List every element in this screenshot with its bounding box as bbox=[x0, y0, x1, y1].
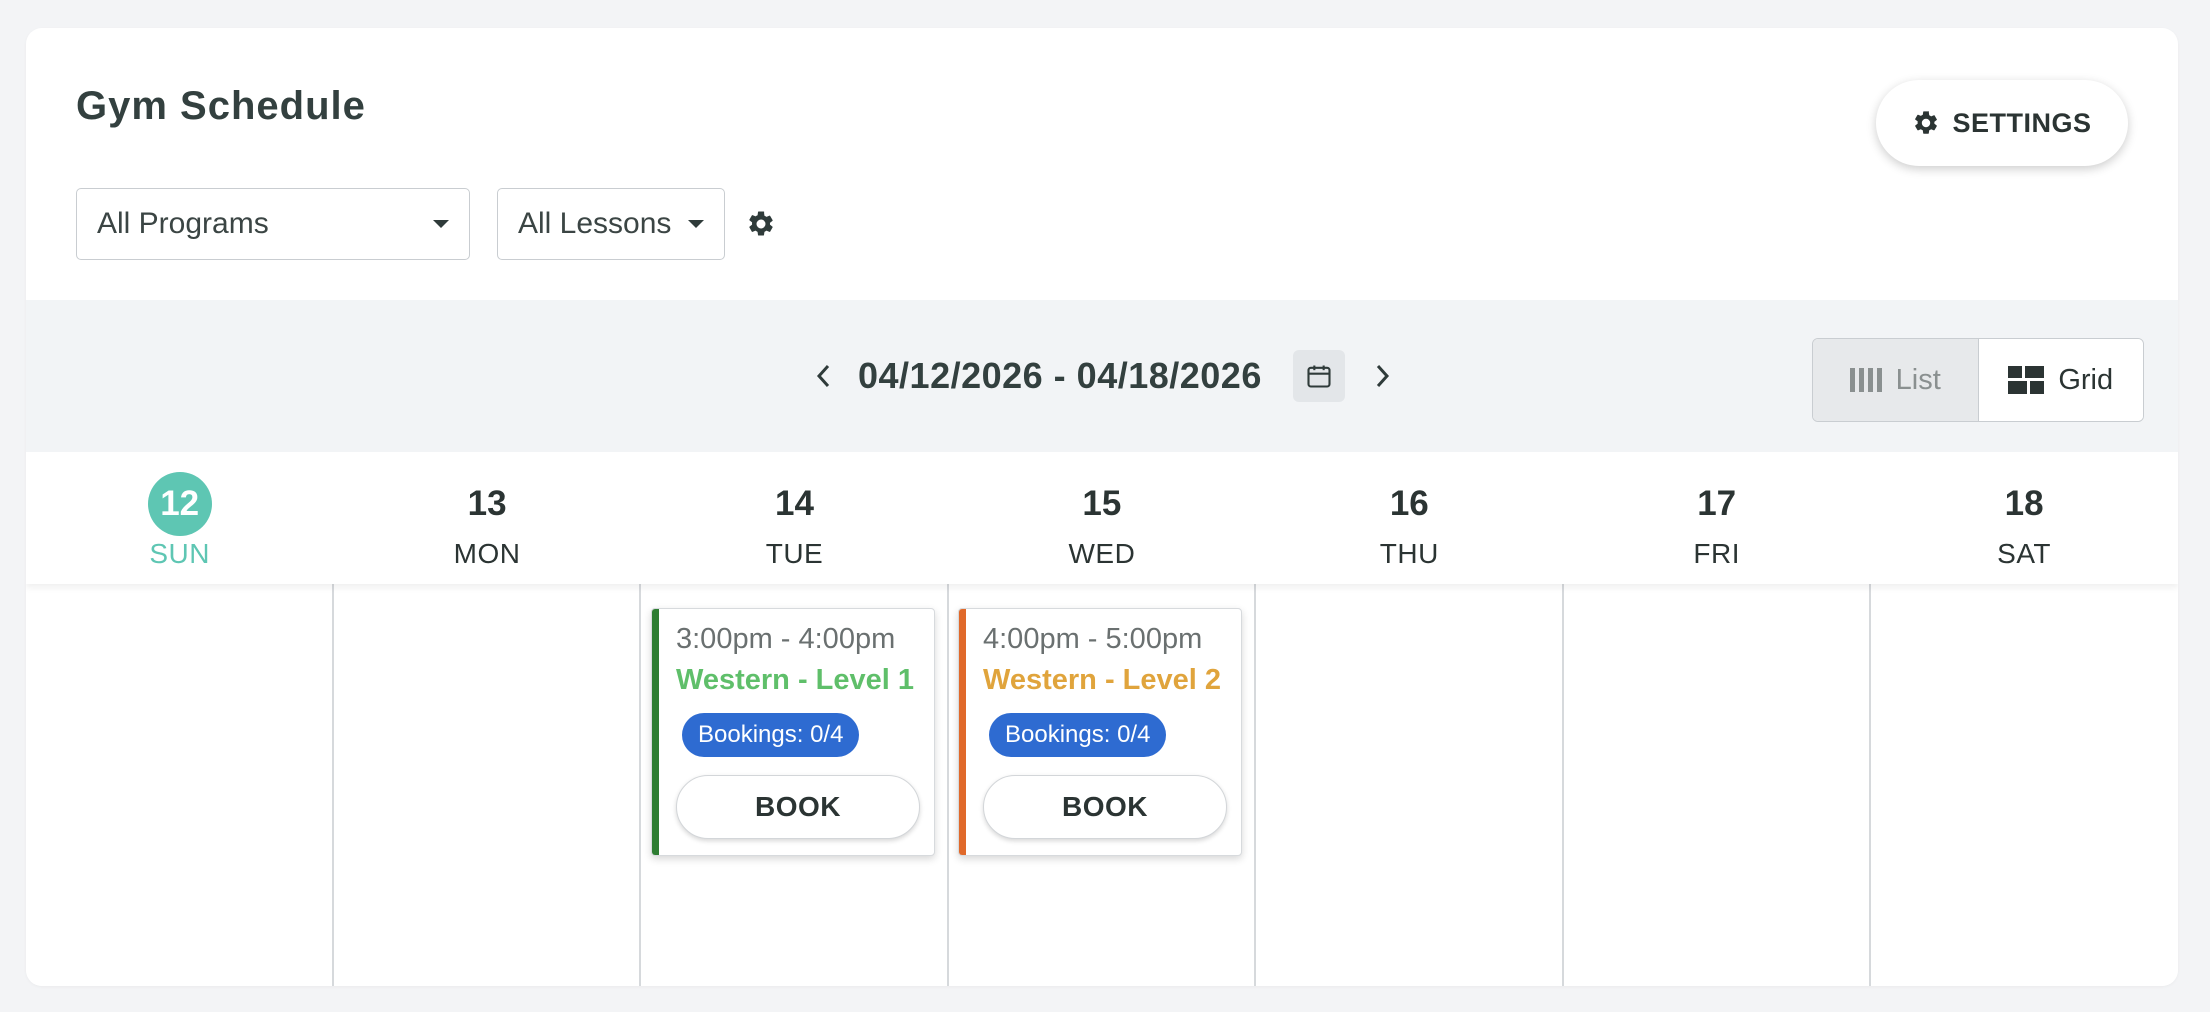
day-name: MON bbox=[453, 538, 521, 569]
gear-icon bbox=[1915, 111, 1938, 134]
column-divider bbox=[1254, 584, 1256, 986]
day-header-mon[interactable]: 13 MON bbox=[333, 452, 640, 584]
chevron-right-icon bbox=[1376, 364, 1390, 388]
days-header: 12 SUN 13 MON 14 TUE 15 WED 16 THU 17 FR… bbox=[26, 452, 2178, 584]
day-header-thu[interactable]: 16 THU bbox=[1256, 452, 1563, 584]
chevron-left-icon bbox=[816, 364, 830, 388]
day-number: 16 bbox=[1389, 484, 1429, 523]
day-number: 15 bbox=[1082, 484, 1122, 523]
event-name: Western - Level 2 bbox=[983, 664, 1222, 696]
lessons-select[interactable]: All Lessons bbox=[497, 188, 725, 260]
event-color-bar bbox=[652, 609, 659, 855]
list-view-button[interactable]: List bbox=[1813, 339, 1979, 421]
previous-week-button[interactable] bbox=[804, 348, 844, 404]
event-card[interactable]: 3:00pm - 4:00pm Western - Level 1 Bookin… bbox=[651, 608, 935, 856]
event-color-bar bbox=[959, 609, 966, 855]
event-card[interactable]: 4:00pm - 5:00pm Western - Level 2 Bookin… bbox=[958, 608, 1242, 856]
event-time: 3:00pm - 4:00pm bbox=[676, 623, 896, 655]
page-title: Gym Schedule bbox=[76, 84, 366, 128]
next-week-button[interactable] bbox=[1362, 348, 1402, 404]
day-name: SAT bbox=[1997, 538, 2052, 569]
column-divider bbox=[332, 584, 334, 986]
day-header-tue[interactable]: 14 TUE bbox=[641, 452, 948, 584]
list-view-label: List bbox=[1895, 363, 1941, 396]
day-header-wed[interactable]: 15 WED bbox=[948, 452, 1255, 584]
day-name: FRI bbox=[1693, 538, 1740, 569]
book-button[interactable]: BOOK bbox=[676, 775, 920, 839]
view-toggle: List Grid bbox=[1812, 338, 2144, 422]
day-number: 14 bbox=[775, 484, 814, 523]
bookings-badge: Bookings: 0/4 bbox=[682, 713, 860, 757]
day-name: SUN bbox=[149, 538, 210, 569]
schedule-card: Gym Schedule SETTINGS All Programs All L… bbox=[26, 28, 2178, 986]
filter-settings-gear-icon[interactable] bbox=[746, 209, 776, 239]
settings-button[interactable]: SETTINGS bbox=[1876, 80, 2128, 166]
programs-select-value: All Programs bbox=[97, 207, 269, 240]
day-number: 12 bbox=[147, 472, 212, 536]
book-button[interactable]: BOOK bbox=[983, 775, 1227, 839]
date-range: 04/12/2026 - 04/18/2026 bbox=[858, 355, 1262, 396]
caret-down-icon bbox=[688, 220, 704, 228]
caret-down-icon bbox=[433, 220, 449, 228]
day-name: TUE bbox=[765, 538, 824, 569]
day-number: 13 bbox=[467, 484, 507, 523]
column-divider bbox=[639, 584, 641, 986]
lessons-select-value: All Lessons bbox=[518, 207, 672, 240]
grid-view-label: Grid bbox=[2058, 363, 2114, 396]
day-header-fri[interactable]: 17 FRI bbox=[1563, 452, 1870, 584]
list-columns-icon bbox=[1849, 368, 1882, 392]
day-name: THU bbox=[1379, 538, 1439, 569]
day-number: 18 bbox=[2004, 484, 2044, 523]
event-name: Western - Level 1 bbox=[676, 664, 915, 696]
grid-layout-icon bbox=[2008, 366, 2045, 394]
event-time: 4:00pm - 5:00pm bbox=[983, 623, 1203, 655]
calendar-picker-button[interactable] bbox=[1293, 350, 1345, 402]
column-divider bbox=[947, 584, 949, 986]
day-header-sun[interactable]: 12 SUN bbox=[26, 452, 333, 584]
column-divider bbox=[1869, 584, 1871, 986]
day-header-sat[interactable]: 18 SAT bbox=[1870, 452, 2177, 584]
day-name: WED bbox=[1068, 538, 1136, 569]
grid-view-button[interactable]: Grid bbox=[1978, 339, 2143, 421]
settings-label: SETTINGS bbox=[1952, 107, 2092, 138]
column-divider bbox=[1562, 584, 1564, 986]
bookings-badge: Bookings: 0/4 bbox=[989, 713, 1167, 757]
calendar-icon bbox=[1307, 365, 1331, 388]
week-grid: 3:00pm - 4:00pm Western - Level 1 Bookin… bbox=[26, 584, 2178, 986]
week-toolbar: 04/12/2026 - 04/18/2026 List Grid bbox=[26, 300, 2178, 452]
day-number: 17 bbox=[1697, 484, 1737, 523]
programs-select[interactable]: All Programs bbox=[76, 188, 470, 260]
